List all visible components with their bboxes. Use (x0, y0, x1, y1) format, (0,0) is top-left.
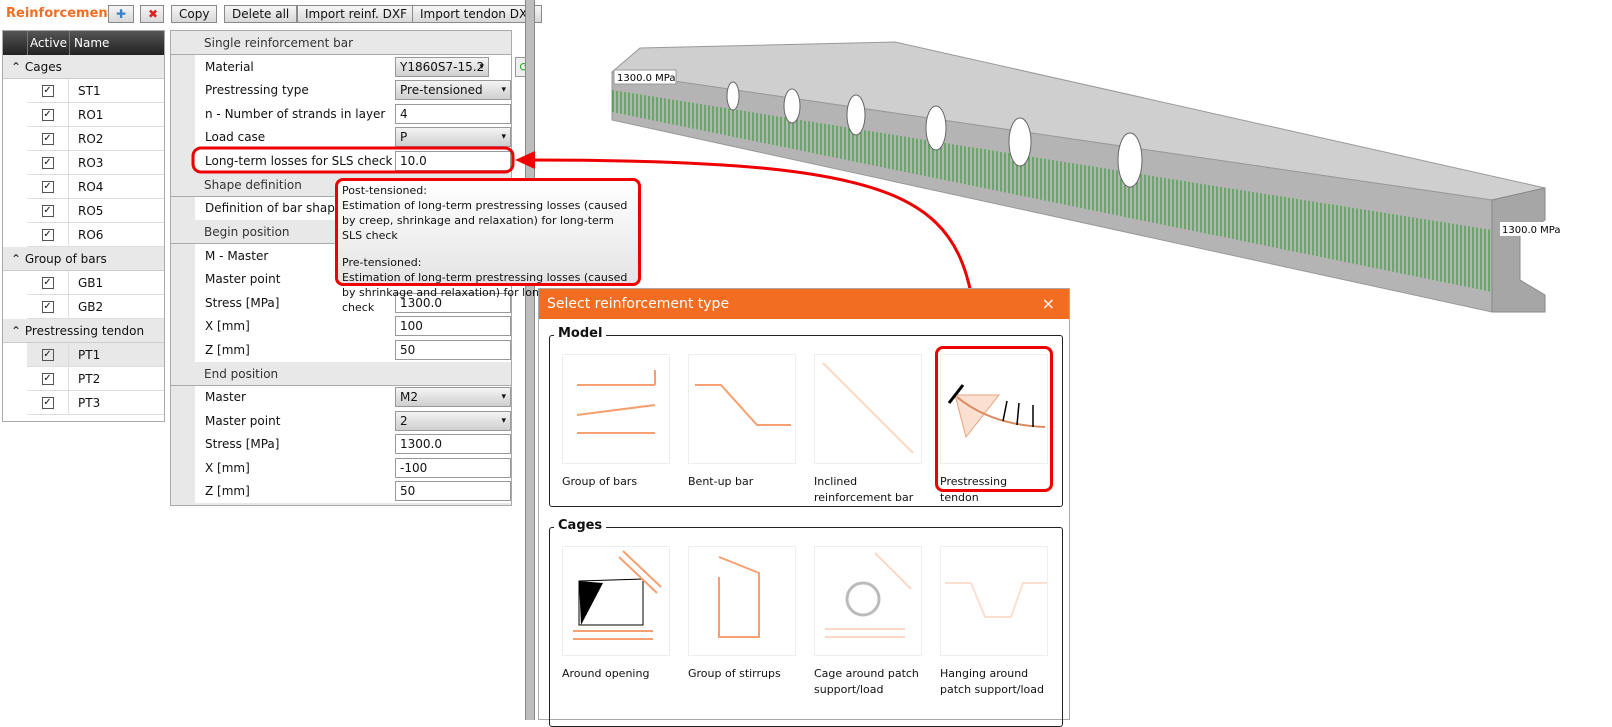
tooltip-pre-heading: Pre-tensioned: (342, 256, 422, 269)
model-legend: Model (554, 326, 607, 341)
tooltip-post-heading: Post-tensioned: (342, 184, 427, 197)
reinforcement-type-card[interactable]: Hanging around patch support/load (940, 546, 1048, 698)
card-label: Hanging around patch support/load (940, 667, 1045, 696)
reinforcement-type-icon (945, 582, 1047, 618)
dialog-title: Select reinforcement type (547, 296, 730, 312)
card-label: Inclined reinforcement bar (814, 475, 914, 504)
reinforcement-type-card[interactable]: Inclined reinforcement bar (814, 354, 922, 506)
card-label: Cage around patch support/load (814, 667, 919, 696)
reinforcement-type-icon (695, 384, 791, 426)
reinforcement-type-icon (718, 556, 760, 638)
reinforcement-type-icon (576, 370, 656, 434)
stress-label-left: 1300.0 MPa (617, 73, 676, 84)
beam-end-face (1491, 187, 1546, 313)
card-label: Around opening (562, 667, 650, 680)
reinforcement-type-icon (825, 552, 912, 638)
reinforcement-type-card[interactable]: Group of stirrups (688, 546, 796, 682)
reinforcement-type-card[interactable]: Bent-up bar (688, 354, 796, 490)
reinforcement-type-card[interactable]: Around opening (562, 546, 670, 682)
tooltip: Post-tensioned: Estimation of long-term … (335, 178, 641, 314)
arrowhead-icon (515, 151, 535, 169)
reinforcement-type-icon (822, 362, 914, 454)
highlight-losses-field (191, 146, 515, 174)
highlight-prestressing-tendon (935, 346, 1053, 492)
reinforcement-type-card[interactable]: Cage around patch support/load (814, 546, 922, 698)
close-icon[interactable]: × (1042, 289, 1055, 319)
card-label: Group of stirrups (688, 667, 781, 680)
card-label: Bent-up bar (688, 475, 754, 488)
cages-group: Cages Around opening Group of stirrups Cag… (549, 518, 1063, 727)
stress-label-right: 1300.0 MPa (1502, 225, 1561, 236)
reinforcement-type-icon (573, 550, 662, 640)
tooltip-post-text: Estimation of long-term prestressing los… (342, 199, 628, 242)
card-label: Group of bars (562, 475, 638, 488)
cages-legend: Cages (554, 518, 607, 533)
reinforcement-type-card[interactable]: Group of bars (562, 354, 670, 490)
